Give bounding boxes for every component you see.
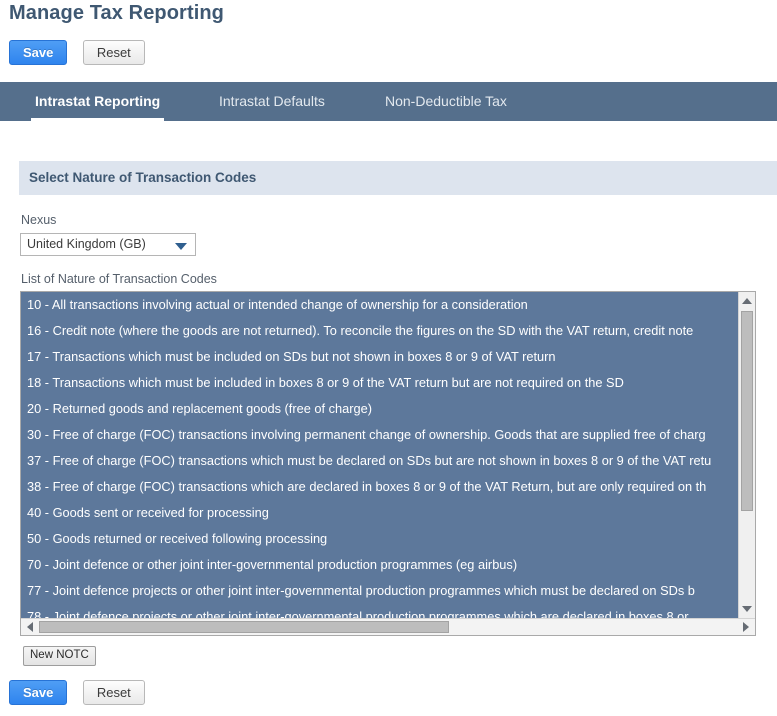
manage-tax-reporting-page: Manage Tax Reporting Save Reset Intrasta… <box>0 0 777 716</box>
tab-bar: Intrastat Reporting Intrastat Defaults N… <box>0 82 777 127</box>
notc-option[interactable]: 10 - All transactions involving actual o… <box>21 292 739 318</box>
vertical-scrollbar[interactable] <box>738 292 755 618</box>
notc-option[interactable]: 18 - Transactions which must be included… <box>21 370 739 396</box>
section-header-title: Select Nature of Transaction Codes <box>19 161 777 195</box>
horizontal-scrollbar-thumb[interactable] <box>39 621 449 633</box>
nexus-select[interactable]: United Kingdom (GB) <box>20 233 196 256</box>
notc-option[interactable]: 78 - Joint defence projects or other joi… <box>21 604 739 618</box>
notc-option[interactable]: 37 - Free of charge (FOC) transactions w… <box>21 448 739 474</box>
notc-option[interactable]: 38 - Free of charge (FOC) transactions w… <box>21 474 739 500</box>
active-tab-notch-icon <box>88 118 110 127</box>
notc-list-options[interactable]: 10 - All transactions involving actual o… <box>21 292 739 618</box>
chevron-down-icon <box>175 243 187 250</box>
bottom-button-bar: Save Reset <box>9 680 145 705</box>
notc-option[interactable]: 30 - Free of charge (FOC) transactions i… <box>21 422 739 448</box>
notc-option[interactable]: 77 - Joint defence projects or other joi… <box>21 578 739 604</box>
tab-intrastat-reporting[interactable]: Intrastat Reporting <box>31 82 165 121</box>
tab-non-deductible-tax[interactable]: Non-Deductible Tax <box>381 82 511 121</box>
notc-option[interactable]: 16 - Credit note (where the goods are no… <box>21 318 739 344</box>
save-button-bottom[interactable]: Save <box>9 680 68 705</box>
horizontal-scrollbar[interactable] <box>21 618 755 635</box>
new-notc-button[interactable]: New NOTC <box>23 646 96 666</box>
reset-button-bottom[interactable]: Reset <box>82 680 145 705</box>
scroll-right-arrow-icon[interactable] <box>743 622 749 632</box>
nexus-label: Nexus <box>21 213 57 227</box>
vertical-scrollbar-thumb[interactable] <box>741 311 753 511</box>
page-title: Manage Tax Reporting <box>9 2 224 24</box>
notc-option[interactable]: 70 - Joint defence or other joint inter-… <box>21 552 739 578</box>
save-button-top[interactable]: Save <box>9 40 68 65</box>
reset-button-top[interactable]: Reset <box>82 40 145 65</box>
top-button-bar: Save Reset <box>9 40 145 65</box>
tab-intrastat-defaults[interactable]: Intrastat Defaults <box>215 82 329 121</box>
nexus-selected-value: United Kingdom (GB) <box>27 237 146 251</box>
notc-option[interactable]: 20 - Returned goods and replacement good… <box>21 396 739 422</box>
scroll-up-arrow-icon[interactable] <box>742 298 752 304</box>
notc-option[interactable]: 50 - Goods returned or received followin… <box>21 526 739 552</box>
notc-list-label: List of Nature of Transaction Codes <box>21 272 217 286</box>
notc-option[interactable]: 17 - Transactions which must be included… <box>21 344 739 370</box>
scroll-left-arrow-icon[interactable] <box>27 622 33 632</box>
scroll-down-arrow-icon[interactable] <box>742 606 752 612</box>
notc-option[interactable]: 40 - Goods sent or received for processi… <box>21 500 739 526</box>
notc-listbox[interactable]: 10 - All transactions involving actual o… <box>20 291 756 636</box>
